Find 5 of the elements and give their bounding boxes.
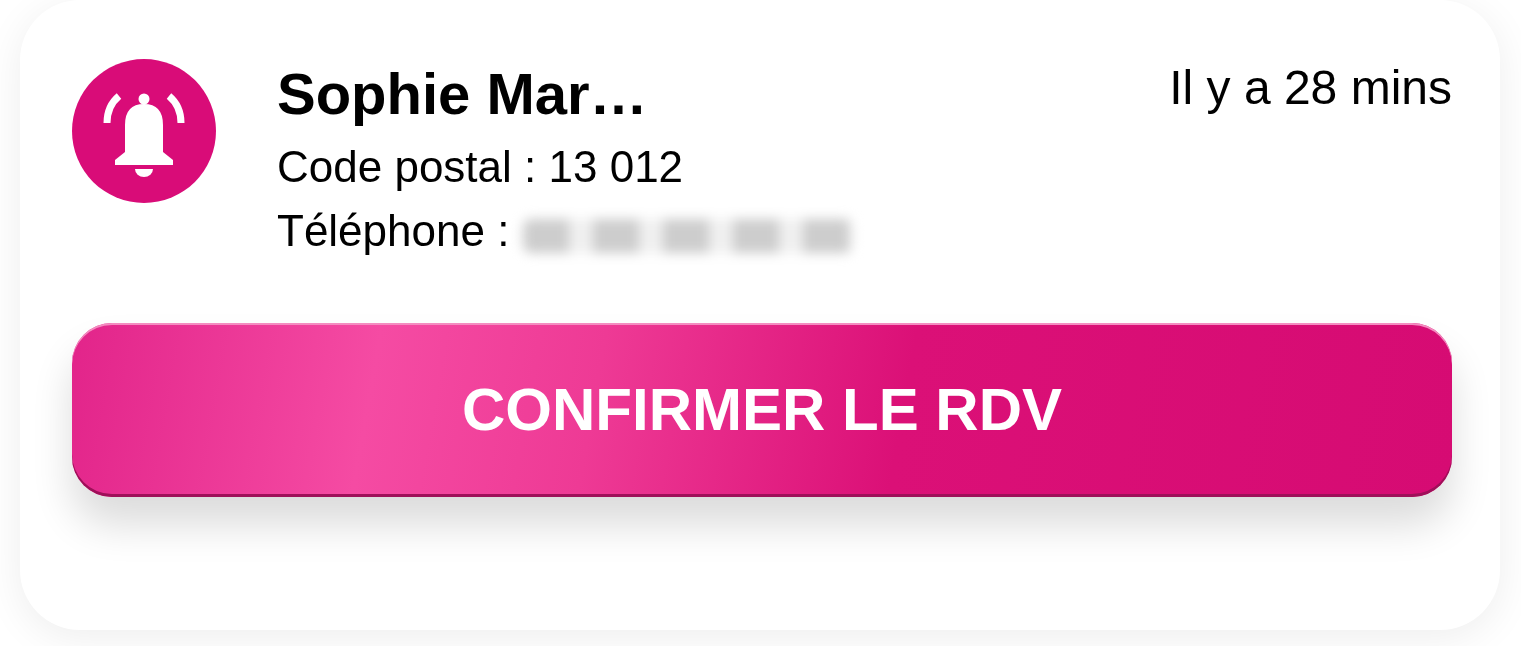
bell-icon bbox=[72, 59, 216, 203]
phone-label: Téléphone : bbox=[277, 205, 510, 257]
postal-code-text: Code postal : 13 012 bbox=[277, 141, 685, 193]
timestamp: Il y a 28 mins bbox=[1169, 64, 1452, 112]
confirm-button[interactable]: CONFIRMER LE RDV bbox=[72, 323, 1452, 497]
